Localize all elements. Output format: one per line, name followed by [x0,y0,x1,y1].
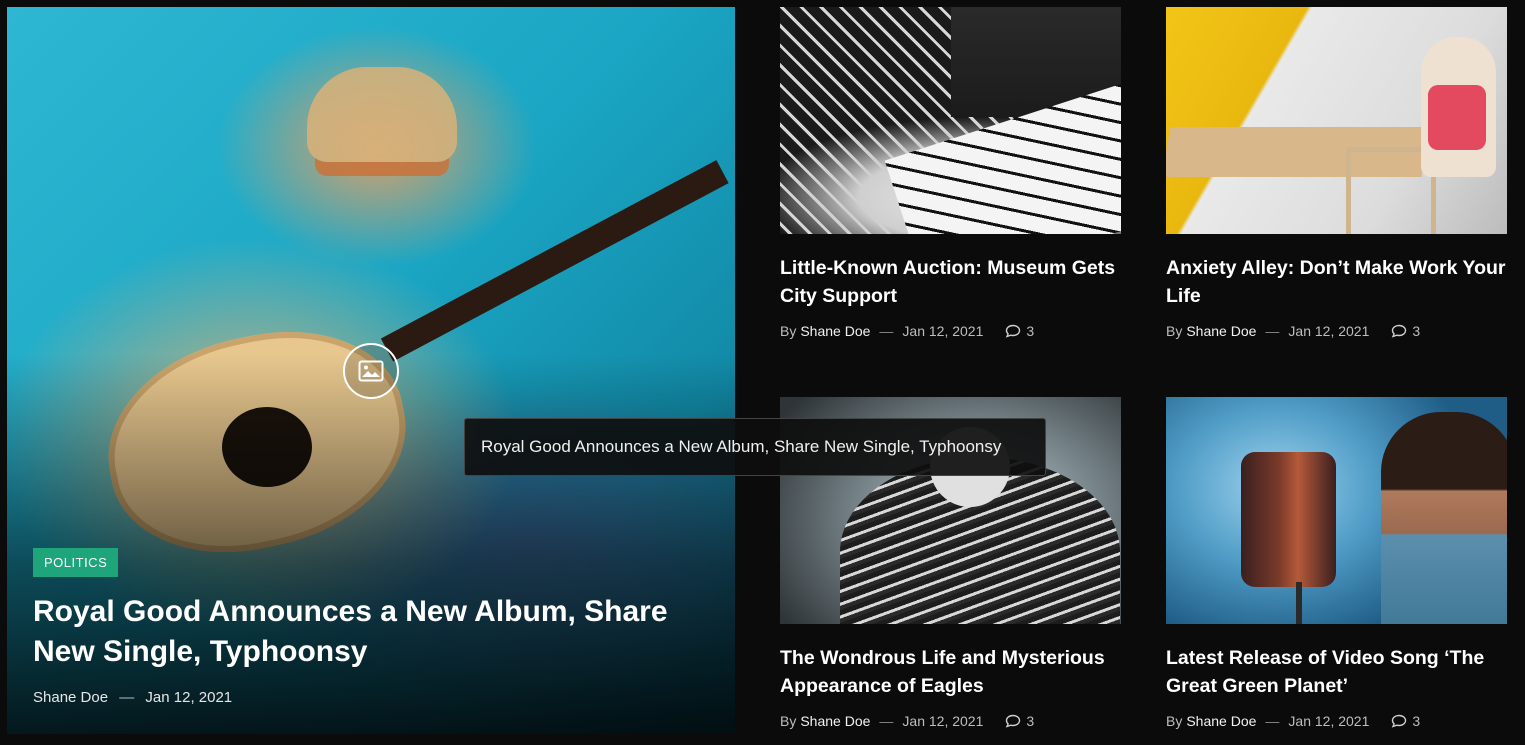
meta-separator: — [119,689,135,706]
post-title[interactable]: Little-Known Auction: Museum Gets City S… [780,254,1121,310]
comment-count: 3 [1026,713,1035,729]
featured-title[interactable]: Royal Good Announces a New Album, Share … [33,592,713,672]
post-thumbnail[interactable] [780,7,1121,234]
by-label: By [780,713,797,729]
featured-post[interactable]: POLITICS Royal Good Announces a New Albu… [7,7,735,734]
meta-separator: — [879,713,894,729]
featured-meta: Shane Doe — Jan 12, 2021 [33,689,232,706]
post-thumbnail[interactable] [1166,7,1507,234]
image-glyph-icon [358,360,384,382]
post-thumbnail[interactable] [1166,397,1507,624]
comments-link[interactable]: 3 [1005,323,1034,339]
by-label: By [1166,323,1183,339]
comment-icon [1006,324,1021,338]
post-meta: By Shane Doe — Jan 12, 2021 3 [1166,323,1507,339]
post-card: Anxiety Alley: Don’t Make Work Your Life… [1166,7,1507,339]
thumbnail-singer [1381,412,1507,624]
comment-count: 3 [1412,323,1421,339]
meta-separator: — [1265,713,1280,729]
comment-icon [1006,714,1021,728]
featured-image-guitar-neck [380,160,729,362]
post-date: Jan 12, 2021 [902,713,984,729]
category-badge[interactable]: POLITICS [33,548,119,577]
post-author[interactable]: Shane Doe [800,323,870,339]
comment-icon [1392,714,1407,728]
thumbnail-scarf [1428,85,1486,150]
post-author[interactable]: Shane Doe [800,713,870,729]
featured-image-hat [307,67,457,162]
post-meta: By Shane Doe — Jan 12, 2021 3 [780,713,1121,729]
post-title[interactable]: Anxiety Alley: Don’t Make Work Your Life [1166,254,1507,310]
featured-author[interactable]: Shane Doe [33,689,108,706]
thumbnail-mic-stand [1296,582,1302,624]
post-card: Little-Known Auction: Museum Gets City S… [780,7,1121,339]
post-author[interactable]: Shane Doe [1186,323,1256,339]
featured-overlay-gradient [7,354,735,734]
meta-separator: — [1265,323,1280,339]
post-title[interactable]: The Wondrous Life and Mysterious Appeara… [780,644,1121,700]
post-date: Jan 12, 2021 [902,323,984,339]
post-date: Jan 12, 2021 [1288,323,1370,339]
comments-link[interactable]: 3 [1391,323,1420,339]
meta-separator: — [879,323,894,339]
post-title[interactable]: Latest Release of Video Song ‘The Great … [1166,644,1507,700]
comment-icon [1392,324,1407,338]
post-date: Jan 12, 2021 [1288,713,1370,729]
comment-count: 3 [1026,323,1035,339]
comments-link[interactable]: 3 [1391,713,1420,729]
comments-link[interactable]: 3 [1005,713,1034,729]
image-icon[interactable] [343,343,399,399]
post-meta: By Shane Doe — Jan 12, 2021 3 [780,323,1121,339]
image-title-tooltip: Royal Good Announces a New Album, Share … [464,418,1046,476]
thumbnail-mic-shield [1241,452,1336,587]
by-label: By [1166,713,1183,729]
comment-count: 3 [1412,713,1421,729]
post-author[interactable]: Shane Doe [1186,713,1256,729]
by-label: By [780,323,797,339]
post-meta: By Shane Doe — Jan 12, 2021 3 [1166,713,1507,729]
featured-date: Jan 12, 2021 [145,689,233,706]
post-card: Latest Release of Video Song ‘The Great … [1166,397,1507,729]
